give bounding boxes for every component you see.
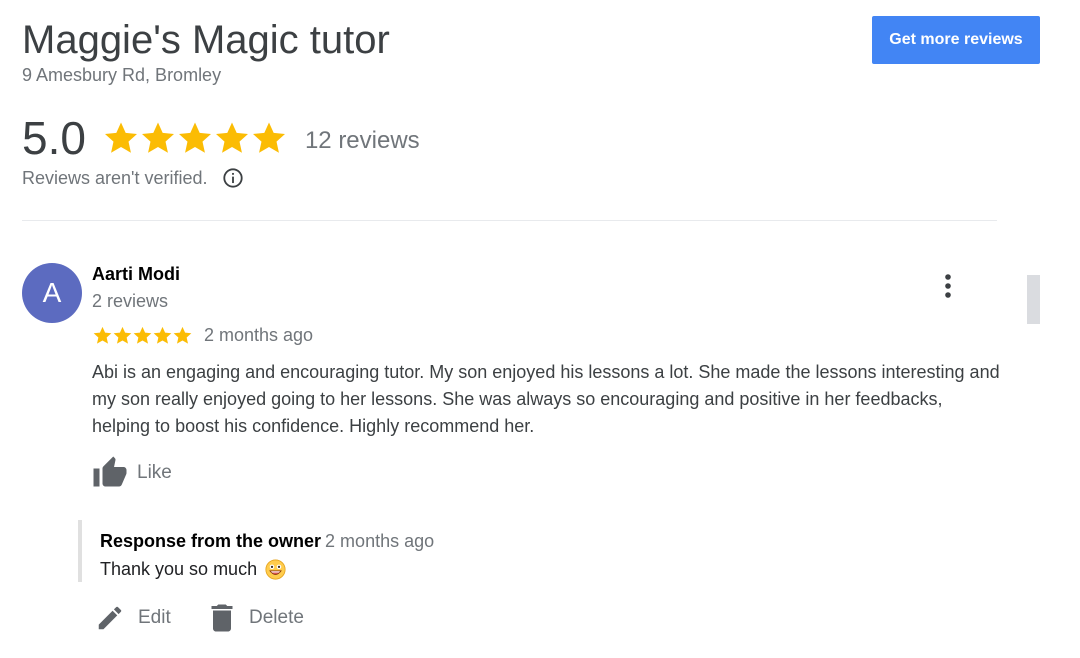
- star-icon: [113, 326, 132, 344]
- avatar[interactable]: A: [22, 263, 82, 323]
- business-name: Maggie's Magic tutor: [22, 18, 390, 62]
- review-stars: [92, 325, 192, 346]
- review-rating: 2 months ago: [92, 322, 313, 348]
- owner-response: Response from the owner 2 months ago Than…: [78, 520, 682, 582]
- owner-response-date: 2 months ago: [325, 531, 435, 551]
- star-icon: [93, 326, 112, 344]
- total-review-count: 12 reviews: [304, 127, 420, 154]
- edit-label: Edit: [138, 607, 171, 628]
- review-date: 2 months ago: [204, 324, 314, 345]
- grinning-face-icon: [265, 558, 286, 580]
- verification-note: Reviews aren't verified.: [22, 167, 244, 189]
- reviewer-review-count: 2 reviews: [92, 291, 169, 311]
- delete-label: Delete: [249, 607, 304, 628]
- rating-stars: [102, 119, 287, 157]
- star-icon: [178, 122, 211, 153]
- owner-response-title: Response from the owner: [100, 531, 322, 551]
- review-menu-button[interactable]: [936, 270, 960, 302]
- owner-response-text: Thank you so much: [100, 559, 258, 579]
- star-icon: [153, 326, 172, 344]
- verification-text: Reviews aren't verified.: [22, 167, 208, 188]
- like-button[interactable]: Like: [92, 455, 172, 491]
- delete-button[interactable]: Delete: [208, 600, 304, 636]
- like-label: Like: [137, 462, 172, 483]
- business-address: 9 Amesbury Rd, Bromley: [22, 65, 222, 85]
- review-text: Abi is an engaging and encouraging tutor…: [92, 362, 1000, 436]
- reviews-page: Maggie's Magic tutor 9 Amesbury Rd, Brom…: [0, 0, 1080, 658]
- divider: [22, 220, 997, 221]
- owner-response-header: Response from the owner 2 months ago: [100, 530, 434, 552]
- more-vert-icon: [945, 274, 951, 298]
- average-rating: 5.0: [22, 112, 86, 164]
- star-icon: [252, 122, 285, 153]
- delete-icon: [211, 604, 233, 632]
- star-icon: [141, 122, 174, 153]
- star-icon: [133, 326, 152, 344]
- scrollbar-thumb[interactable]: [1027, 275, 1040, 324]
- edit-icon: [98, 606, 122, 630]
- thumb-up-icon: [93, 456, 127, 487]
- star-icon: [104, 122, 137, 153]
- rating-summary: 5.0 12 reviews: [22, 112, 420, 164]
- owner-response-body: Thank you so much: [100, 558, 286, 580]
- get-more-reviews-button[interactable]: Get more reviews: [872, 16, 1040, 64]
- star-icon: [173, 326, 192, 344]
- star-icon: [215, 122, 248, 153]
- info-icon[interactable]: [222, 167, 244, 189]
- reviewer-name[interactable]: Aarti Modi: [92, 263, 180, 285]
- edit-button[interactable]: Edit: [95, 600, 171, 636]
